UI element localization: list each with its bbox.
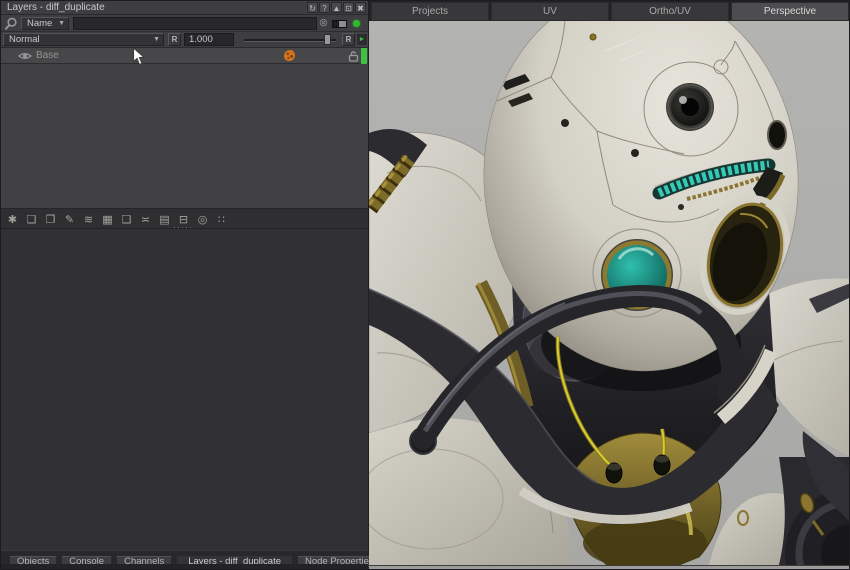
search-icon xyxy=(4,17,18,31)
chevron-down-icon: ▼ xyxy=(153,34,160,45)
mari-window: Layers - diff_duplicate ↻?▲⊡✖ Name ▼ ⊗ N… xyxy=(0,0,850,570)
add-image-layer-icon[interactable]: ▦ xyxy=(99,212,116,229)
reset-opacity-button[interactable]: R xyxy=(342,33,355,46)
opacity-slider[interactable] xyxy=(244,33,336,47)
blend-mode-dropdown[interactable]: Normal ▼ xyxy=(3,33,164,46)
opacity-slider-handle[interactable] xyxy=(324,34,331,45)
canvas-viewport: ProjectsUVOrtho/UVPerspective xyxy=(369,1,850,570)
palette-header-icons: ↻?▲⊡✖ xyxy=(307,2,366,13)
palette-title-bar[interactable]: Layers - diff_duplicate ↻?▲⊡✖ xyxy=(1,1,368,15)
blend-mode-row: Normal ▼ R 1.000 R ► xyxy=(1,32,368,48)
palette-title: Layers - diff_duplicate xyxy=(7,2,105,13)
clear-search-icon[interactable]: ⊗ xyxy=(319,16,328,30)
tab-uv[interactable]: UV xyxy=(491,2,609,21)
collapse-icon[interactable]: ▲ xyxy=(331,2,342,13)
search-filter-dropdown[interactable]: Name ▼ xyxy=(21,17,69,30)
bottom-tab-bar: ObjectsConsoleChannelsLayers - diff_dupl… xyxy=(1,550,368,564)
viewport-tab-bar: ProjectsUVOrtho/UVPerspective xyxy=(369,1,850,21)
unlock-icon[interactable] xyxy=(348,50,360,62)
toggle-knob xyxy=(339,21,346,27)
cache-layer-button[interactable]: ► xyxy=(356,33,368,46)
close-icon[interactable]: ✖ xyxy=(355,2,366,13)
layer-name: Base xyxy=(36,50,59,61)
paint-layer-icon xyxy=(283,49,296,62)
toolbar-icon-strip: ✱❏❐✎≋▦❑≍▤⊟◎∷ xyxy=(4,210,232,227)
add-procedural-layer-icon[interactable]: ❏ xyxy=(23,212,40,229)
3d-model-canvas[interactable] xyxy=(369,21,850,565)
opacity-value-field[interactable]: 1.000 xyxy=(184,33,234,46)
status-indicator-dot xyxy=(353,20,360,27)
layer-grid-icon[interactable]: ∷ xyxy=(213,212,230,229)
layers-palette: Layers - diff_duplicate ↻?▲⊡✖ Name ▼ ⊗ N… xyxy=(1,1,369,570)
search-filter-value: Name xyxy=(27,18,52,29)
add-group-layer-icon[interactable]: ❑ xyxy=(118,212,135,229)
tab-ortho-uv[interactable]: Ortho/UV xyxy=(611,2,729,21)
opacity-slider-track[interactable] xyxy=(244,39,336,42)
window-bottom-edge xyxy=(1,564,368,570)
viewport-scrollbar[interactable] xyxy=(369,565,850,570)
add-adjustment-layer-icon[interactable]: ✎ xyxy=(61,212,78,229)
layers-toolbar: ✱❏❐✎≋▦❑≍▤⊟◎∷ ····· xyxy=(1,208,368,229)
layer-row-base[interactable]: Base xyxy=(1,48,368,64)
flatten-layers-icon[interactable]: ▤ xyxy=(156,212,173,229)
chevron-down-icon: ▼ xyxy=(58,18,65,29)
tab-perspective[interactable]: Perspective xyxy=(731,2,849,21)
merge-layers-icon[interactable]: ≍ xyxy=(137,212,154,229)
layer-color-bar xyxy=(361,48,367,64)
blend-mode-value: Normal xyxy=(9,34,40,45)
layer-list-empty-area[interactable] xyxy=(1,64,368,208)
add-filter-layer-icon[interactable]: ≋ xyxy=(80,212,97,229)
share-layer-icon[interactable]: ◎ xyxy=(194,212,211,229)
add-tiled-layer-icon[interactable]: ❐ xyxy=(42,212,59,229)
visibility-eye-icon[interactable] xyxy=(18,51,32,61)
search-input[interactable] xyxy=(73,17,317,30)
palette-empty-area xyxy=(1,229,368,550)
float-icon[interactable]: ⊡ xyxy=(343,2,354,13)
layer-search-row: Name ▼ ⊗ xyxy=(1,15,368,32)
add-paint-layer-icon[interactable]: ✱ xyxy=(4,212,21,229)
reset-blend-button[interactable]: R xyxy=(168,33,181,46)
help-icon[interactable]: ? xyxy=(319,2,330,13)
filter-toggle[interactable] xyxy=(332,20,347,28)
tab-projects[interactable]: Projects xyxy=(371,2,489,21)
sync-icon[interactable]: ↻ xyxy=(307,2,318,13)
